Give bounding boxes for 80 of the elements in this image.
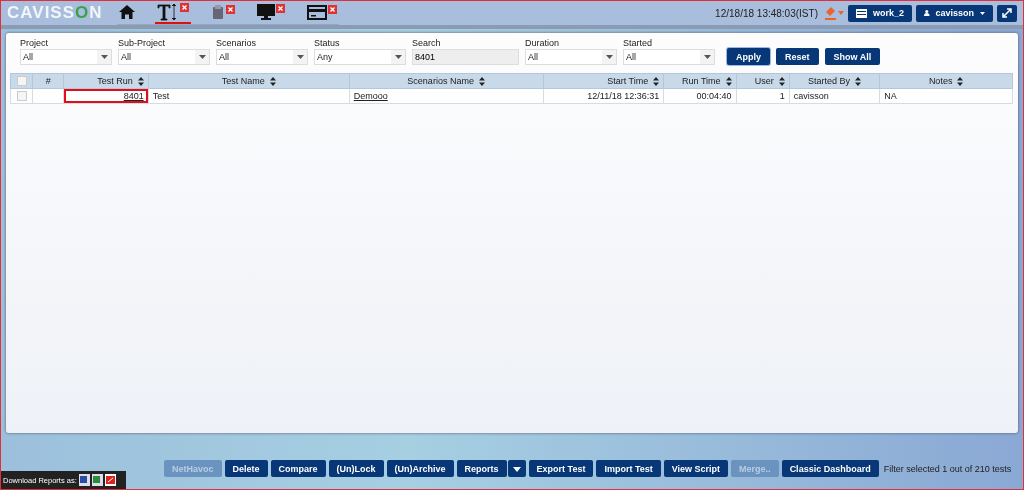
home-icon: [118, 5, 135, 19]
tab[interactable]: [254, 2, 287, 23]
filter-button[interactable]: Show All: [824, 48, 881, 65]
caret-icon: [703, 55, 711, 59]
filter-label: Duration: [525, 38, 561, 48]
close-icon[interactable]: [275, 4, 285, 13]
column-header[interactable]: Run Time: [663, 73, 737, 89]
filter-status: Filter selected 1 out of 210 tests: [883, 463, 1012, 474]
filter-label: Sub-Project: [118, 38, 167, 48]
sort-icon: [855, 77, 862, 87]
word-document-icon[interactable]: [78, 474, 90, 486]
dropdown[interactable]: Any: [314, 49, 406, 65]
table-link[interactable]: 8401: [123, 91, 144, 101]
dropdown[interactable]: All: [118, 49, 210, 65]
dropdown[interactable]: All: [525, 49, 617, 65]
user-icon: [924, 8, 930, 18]
filter-label: Status: [314, 38, 341, 48]
column-header[interactable]: Started By: [789, 73, 880, 89]
close-icon[interactable]: [179, 3, 189, 12]
column-header[interactable]: Start Time: [543, 73, 664, 89]
tab[interactable]: [304, 2, 339, 23]
logo: CAVISSON: [7, 3, 103, 23]
close-icon[interactable]: [225, 5, 235, 14]
column-header[interactable]: User: [736, 73, 790, 89]
dropdown[interactable]: All: [216, 49, 308, 65]
clipboard-icon: [210, 5, 225, 19]
select-all-checkbox[interactable]: [16, 76, 27, 87]
close-icon[interactable]: [327, 4, 337, 14]
caret-icon: [198, 55, 206, 59]
list-icon: [855, 8, 867, 18]
filter-button[interactable]: Reset: [776, 48, 819, 65]
sort-icon: [778, 77, 785, 87]
caret-icon: [605, 55, 613, 59]
filter-button[interactable]: Apply: [727, 48, 770, 65]
action-button[interactable]: (Un)Archive: [386, 460, 454, 477]
spreadsheet-icon[interactable]: [91, 474, 103, 486]
workspace-button[interactable]: work_2: [847, 4, 912, 22]
pdf-icon[interactable]: [104, 474, 116, 486]
sort-icon: [478, 77, 485, 87]
column-header[interactable]: Scenarios Name: [349, 73, 544, 89]
filter-label: Project: [20, 38, 49, 48]
action-button[interactable]: (Un)Lock: [328, 460, 384, 477]
action-button[interactable]: Export Test: [528, 460, 594, 477]
action-button[interactable]: Classic Dashboard: [781, 460, 879, 477]
tab[interactable]: [154, 1, 191, 24]
filter-label: Started: [623, 38, 654, 48]
column-header[interactable]: #: [32, 73, 64, 89]
column-header[interactable]: Test Run: [63, 73, 149, 89]
user-menu-button[interactable]: cavisson: [916, 4, 993, 22]
caret-icon: [394, 55, 402, 59]
caret-icon: [296, 55, 304, 59]
sort-icon: [725, 77, 732, 87]
action-button[interactable]: View Script: [663, 460, 729, 477]
expand-icon: [1002, 8, 1012, 18]
expand-button[interactable]: [997, 4, 1017, 22]
date-time: 12/18/18 13:48:03(IST): [715, 7, 818, 19]
sort-icon: [957, 77, 964, 87]
text-cursor-icon: [156, 3, 179, 21]
search-field[interactable]: 8401: [412, 49, 519, 65]
action-button[interactable]: Import Test: [596, 460, 661, 477]
dropdown[interactable]: All: [20, 49, 112, 65]
caret-icon: [100, 55, 108, 59]
caret-icon: [512, 466, 521, 472]
filter-label: Scenarios: [216, 38, 258, 48]
action-button[interactable]: Delete: [224, 460, 268, 477]
column-header[interactable]: Notes: [879, 73, 1013, 89]
filter-label: Search: [412, 38, 442, 48]
caret-icon: [980, 10, 985, 16]
action-button[interactable]: Compare: [270, 460, 326, 477]
sort-icon: [269, 77, 276, 87]
sort-icon: [653, 77, 660, 87]
sort-icon: [137, 77, 144, 87]
action-button[interactable]: Reports: [456, 460, 507, 477]
column-header[interactable]: Test Name: [148, 73, 350, 89]
monitor-icon: [256, 4, 275, 20]
dropdown[interactable]: All: [623, 49, 715, 65]
row-checkbox[interactable]: [16, 91, 27, 102]
table-link[interactable]: Demooo: [353, 91, 388, 101]
card-icon: [306, 4, 327, 20]
dropdown-button[interactable]: [507, 460, 526, 477]
